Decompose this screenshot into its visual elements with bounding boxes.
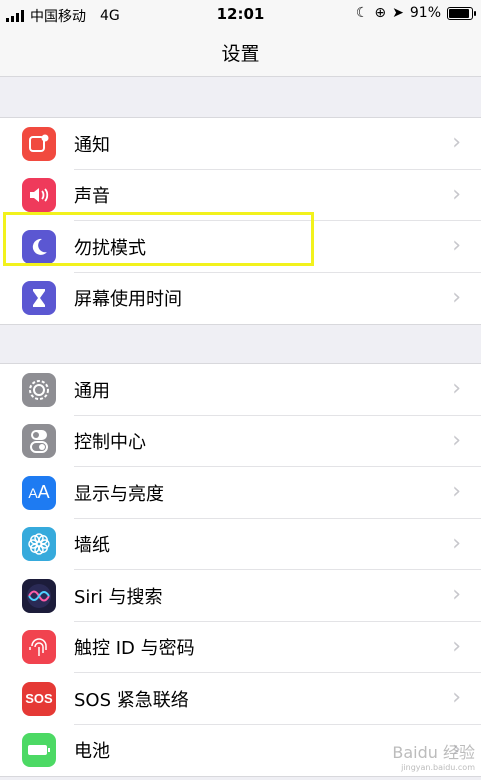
chevron-right-icon: ›: [452, 284, 461, 310]
settings-row-notification[interactable]: 通知 ›: [0, 118, 481, 170]
chevron-right-icon: ›: [452, 479, 461, 504]
settings-row-flower[interactable]: 墙纸 ›: [0, 519, 481, 570]
settings-row-moon[interactable]: 勿扰模式 ›: [0, 221, 481, 273]
battery-icon: [22, 733, 56, 768]
chevron-right-icon: ›: [452, 582, 461, 607]
settings-row-label: 屏幕使用时间: [74, 289, 182, 311]
settings-row-label: SOS 紧急联络: [74, 689, 189, 711]
chevron-right-icon: ›: [452, 530, 461, 556]
settings-row-sound[interactable]: 声音 ›: [0, 170, 481, 221]
settings-group-2: 通用 › 控制中心 › AA 显示与亮度 › 墙纸 › Siri 与搜索 › 触控 ID 与密码 › SO…: [0, 363, 481, 777]
chevron-right-icon: ›: [452, 685, 461, 710]
sound-icon: [22, 178, 56, 213]
settings-row-label: 通用: [74, 380, 110, 402]
settings-row-gear[interactable]: 通用 ›: [0, 364, 481, 416]
battery-fill: [449, 8, 470, 18]
settings-row-label: 勿扰模式: [74, 237, 146, 259]
orientation-lock-icon: ⊕: [374, 5, 387, 21]
sos-icon: SOS: [22, 681, 56, 716]
moon-icon: [22, 229, 56, 264]
settings-row-label: 电池: [74, 741, 110, 763]
hourglass-icon: [22, 281, 56, 316]
gear-icon: [22, 372, 56, 407]
page-title: 设置: [221, 43, 260, 65]
settings-row-label: 声音: [74, 186, 110, 208]
settings-row-siri[interactable]: Siri 与搜索 ›: [0, 570, 481, 622]
flower-icon: [22, 527, 56, 562]
settings-row-label: Siri 与搜索: [74, 586, 163, 608]
siri-icon: [22, 578, 56, 613]
text-size-icon: AA: [22, 475, 56, 510]
settings-row-text-size[interactable]: AA 显示与亮度 ›: [0, 467, 481, 519]
chevron-right-icon: ›: [452, 181, 461, 207]
watermark: Baidu 经验 jingyan.baidu.com: [392, 739, 475, 772]
watermark-subtext: jingyan.baidu.com: [401, 763, 475, 772]
settings-row-label: 控制中心: [74, 432, 146, 454]
settings-group-1: 通知 › 声音 › 勿扰模式 › 屏幕使用时间 ›: [0, 117, 481, 325]
toggles-icon: [22, 424, 56, 459]
navigation-bar: 设置: [0, 28, 481, 77]
chevron-right-icon: ›: [452, 427, 461, 453]
watermark-text: Baidu 经验: [392, 743, 475, 762]
chevron-right-icon: ›: [452, 233, 461, 258]
location-icon: ➤: [392, 5, 404, 21]
moon-icon: ☾: [355, 5, 369, 21]
settings-row-label: 墙纸: [74, 535, 110, 557]
settings-row-label: 显示与亮度: [74, 483, 164, 505]
notification-icon: [22, 126, 56, 161]
status-bar: 中国移动 4G 12:01 ☾ ⊕ ➤ 91%: [0, 0, 481, 28]
battery-percent: 91%: [409, 5, 441, 21]
chevron-right-icon: ›: [452, 130, 461, 155]
settings-row-label: 通知: [74, 134, 110, 156]
settings-row-label: 触控 ID 与密码: [74, 638, 195, 660]
chevron-right-icon: ›: [452, 376, 461, 401]
chevron-right-icon: ›: [452, 633, 461, 659]
settings-row-fingerprint[interactable]: 触控 ID 与密码 ›: [0, 622, 481, 673]
fingerprint-icon: [22, 630, 56, 665]
settings-row-hourglass[interactable]: 屏幕使用时间 ›: [0, 273, 481, 325]
settings-row-toggles[interactable]: 控制中心 ›: [0, 416, 481, 467]
settings-row-sos[interactable]: SOS SOS 紧急联络 ›: [0, 673, 481, 725]
battery-icon: [447, 6, 476, 20]
